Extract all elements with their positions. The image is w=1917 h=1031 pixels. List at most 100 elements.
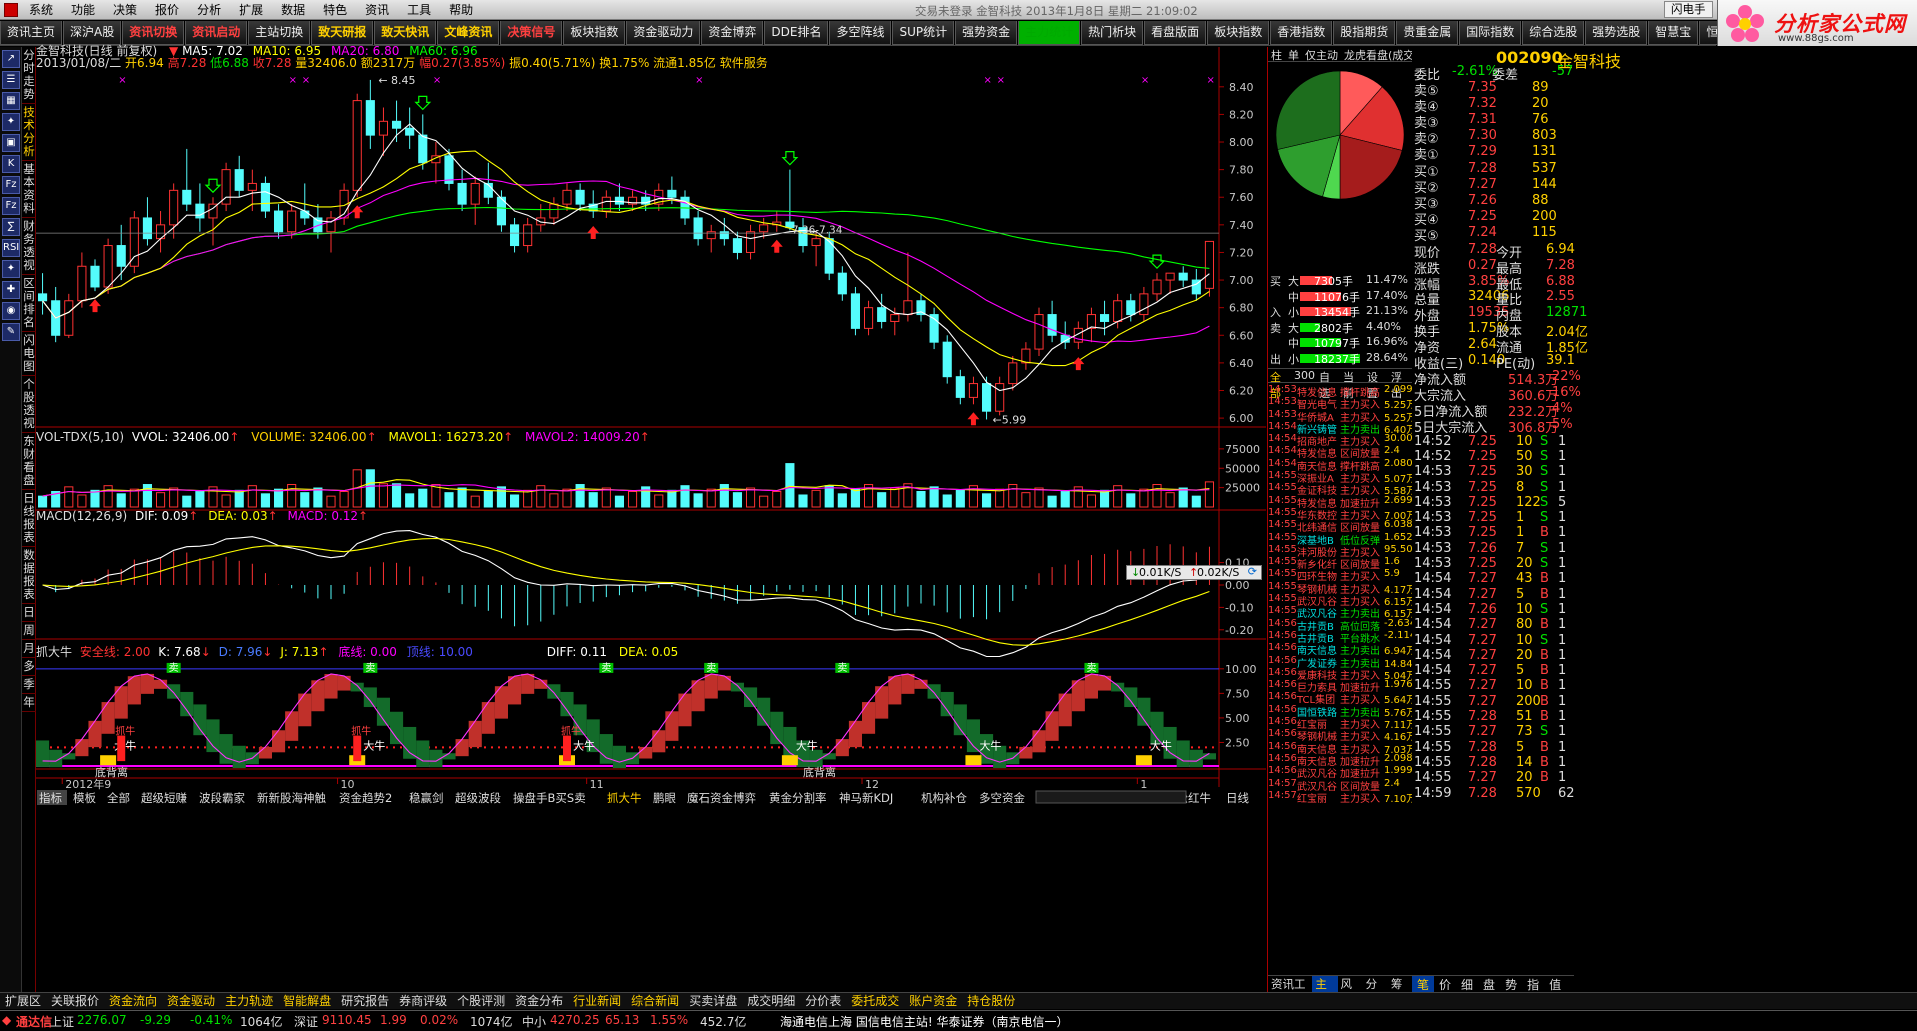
tool-icon-12[interactable]: ◉ (2, 302, 20, 320)
rt-bottom-tab-0[interactable]: 资讯工场 (1268, 976, 1312, 1007)
tool-icon-7[interactable]: Fz (2, 197, 20, 215)
vtab-5[interactable]: 闪电图 (22, 332, 36, 376)
menu-item-8[interactable]: 资讯 (356, 1, 398, 18)
radar-item[interactable]: 14:56古井贡B高位回落-2.634 (1268, 618, 1413, 633)
radar-item[interactable]: 14:55 武汉凡谷 主力买入 6.15万 (1268, 593, 1413, 608)
bottom-tab-14[interactable]: 分价表 (800, 993, 846, 1009)
nav-button-15[interactable]: 强势资金 (955, 21, 1018, 45)
radar-item[interactable]: 14:55 深振业A 主力买入 5.07万 (1268, 470, 1413, 485)
nav-button-11[interactable]: 资金博弈 (701, 21, 764, 45)
nav-button-9[interactable]: 板块指数 (563, 21, 626, 45)
bottom-tab-11[interactable]: 综合新闻 (626, 993, 684, 1009)
vtab-8[interactable]: 日线报表 (22, 490, 36, 547)
nav-button-24[interactable]: 综合选股 (1522, 21, 1585, 45)
vtab-10[interactable]: 日 (22, 604, 36, 622)
radar-item[interactable]: 14:54 特发信息 区间放量 2.4 (1268, 445, 1413, 460)
tool-icon-8[interactable]: ∑ (2, 218, 20, 236)
rt-bottom-tab-3[interactable]: 分析 (1363, 976, 1388, 1007)
radar-item[interactable]: 14:56 爱康科技 主力买入 5.04万 (1268, 667, 1413, 682)
quote-tab-0[interactable]: 笔 (1412, 976, 1435, 992)
nav-button-25[interactable]: 强势选股 (1585, 21, 1648, 45)
speed-tip[interactable]: ↓ 0.01K/S ↑ 0.02K/S ⟳ (1126, 565, 1262, 580)
rt-tab-2[interactable]: 仅主动 (1302, 47, 1341, 62)
vtab-2[interactable]: 基本资料 (22, 161, 36, 218)
menu-item-7[interactable]: 特色 (314, 1, 356, 18)
vtab-6[interactable]: 个股透视 (22, 376, 36, 433)
radar-item[interactable]: 14:54 新兴铸管 主力卖出 6.40万 (1268, 421, 1413, 436)
nav-button-10[interactable]: 资金驱动力 (626, 21, 701, 45)
rt-bottom-tab-4[interactable]: 筹码 (1388, 976, 1413, 1007)
radar-item[interactable]: 14:55 武汉凡谷 主力卖出 6.15万 (1268, 605, 1413, 620)
nav-button-23[interactable]: 国际指数 (1459, 21, 1522, 45)
bottom-tab-2[interactable]: 资金流向 (104, 993, 162, 1009)
radar-item[interactable]: 14:56广发证券主力卖出14.84万 (1268, 655, 1413, 670)
tool-icon-4[interactable]: ▣ (2, 134, 20, 152)
tool-icon-11[interactable]: ✚ (2, 281, 20, 299)
radar-item[interactable]: 14:55 沣河股份 主力买入 95.50 (1268, 544, 1413, 559)
quote-tab-3[interactable]: 盘 (1478, 976, 1500, 992)
bottom-tab-9[interactable]: 资金分布 (510, 993, 568, 1009)
tool-icon-10[interactable]: ✦ (2, 260, 20, 278)
radar-item[interactable]: 14:55 新乡化纤 区间放量 1.6 (1268, 556, 1413, 571)
tool-icon-2[interactable]: ▦ (2, 92, 20, 110)
vtab-4[interactable]: 区间排名 (22, 275, 36, 332)
tool-icon-9[interactable]: RSI (2, 239, 20, 257)
menu-item-2[interactable]: 决策 (104, 1, 146, 18)
nav-button-21[interactable]: 股指期货 (1333, 21, 1396, 45)
radar-item[interactable]: 14:55 金证科技 主力买入 5.58万 (1268, 482, 1413, 497)
bottom-tab-10[interactable]: 行业新闻 (568, 993, 626, 1009)
quote-tab-6[interactable]: 值 (1544, 976, 1566, 992)
nav-button-8[interactable]: 决策信号 (500, 21, 563, 45)
radar-item[interactable]: 14:56 南天信息 主力卖出 6.94万 (1268, 642, 1413, 657)
quote-tab-2[interactable]: 细 (1456, 976, 1478, 992)
rt-subtab-0[interactable]: 全部 (1268, 369, 1292, 400)
bottom-tab-13[interactable]: 成交明细 (742, 993, 800, 1009)
bottom-tab-3[interactable]: 资金驱动 (162, 993, 220, 1009)
radar-item[interactable]: 14:53 智光电气 主力买入 5.25万 (1268, 396, 1413, 411)
radar-item[interactable]: 14:56 琴钢机械 主力买入 4.16万 (1268, 728, 1413, 743)
tool-icon-3[interactable]: ✦ (2, 113, 20, 131)
nav-button-14[interactable]: SUP统计 (892, 21, 955, 45)
bottom-tab-12[interactable]: 买卖详盘 (684, 993, 742, 1009)
radar-item[interactable]: 14:56 武汉凡谷 加速拉升 1.999 (1268, 765, 1413, 780)
radar-item[interactable]: 14:56 巨力索具 加速拉升 1.976 (1268, 679, 1413, 694)
radar-item[interactable]: 14:54 南天信息 撑杆跳高 2.080 (1268, 458, 1413, 473)
radar-item[interactable]: 14:55 北纬通信 区间放量 6.038 (1268, 519, 1413, 534)
vtab-11[interactable]: 周 (22, 622, 36, 640)
radar-item[interactable]: 14:56 南天信息 加速拉升 2.098 (1268, 753, 1413, 768)
rt-tab-1[interactable]: 单 (1285, 47, 1302, 62)
vtab-12[interactable]: 月 (22, 640, 36, 658)
bottom-tab-6[interactable]: 研究报告 (336, 993, 394, 1009)
vtab-7[interactable]: 东财看盘 (22, 433, 36, 490)
rt-bottom-tab-1[interactable]: 主力 (1312, 976, 1338, 1007)
bottom-tab-16[interactable]: 账户资金 (904, 993, 962, 1009)
bottom-tab-7[interactable]: 券商评级 (394, 993, 452, 1009)
radar-item[interactable]: 14:56 红宝丽 主力买入 7.11万 (1268, 716, 1413, 731)
radar-item[interactable]: 14:55 深基地B 低位反弹 1.652 (1268, 532, 1413, 547)
tool-icon-0[interactable]: ↗ (2, 50, 20, 68)
rt-subtab-2[interactable]: 自选 (1317, 369, 1341, 400)
nav-button-18[interactable]: 看盘版面 (1144, 21, 1207, 45)
radar-item[interactable]: 14:55 特发信息 加速拉升 2.699 (1268, 495, 1413, 510)
kline-chart-area[interactable]: 8.40 8.20 8.00 7.80 7.60 7.40 7.20 7.00 6.80 6.60… (36, 44, 1266, 994)
nav-button-19[interactable]: 板块指数 (1207, 21, 1270, 45)
bottom-tab-5[interactable]: 智能解盘 (278, 993, 336, 1009)
nav-button-12[interactable]: DDE排名 (764, 21, 829, 45)
rt-subtab-4[interactable]: 设置 (1365, 369, 1389, 400)
flash-button[interactable]: 闪电手 (1664, 1, 1713, 18)
nav-button-16[interactable]: 主力统计 (1018, 21, 1081, 45)
bottom-tab-1[interactable]: 关联报价 (46, 993, 104, 1009)
menu-item-5[interactable]: 扩展 (230, 1, 272, 18)
radar-item[interactable]: 14:55 华东数控 主力买入 7.00万 (1268, 507, 1413, 522)
radar-item[interactable]: 14:57 武汉凡谷 区间放量 2.4 (1268, 778, 1413, 793)
vtab-3[interactable]: 财务透视 (22, 218, 36, 275)
rt-tab-0[interactable]: 柱 (1268, 47, 1285, 62)
vtab-1[interactable]: 技术分析 (22, 104, 36, 161)
nav-button-20[interactable]: 香港指数 (1270, 21, 1333, 45)
radar-item[interactable]: 14:56 TCL集团 主力买入 5.64万 (1268, 691, 1413, 706)
menu-item-9[interactable]: 工具 (398, 1, 440, 18)
tool-icon-6[interactable]: Fz (2, 176, 20, 194)
radar-item[interactable]: 14:57 红宝丽 主力买入 7.10万 (1268, 790, 1413, 805)
rt-bottom-tab-2[interactable]: 风向 (1338, 976, 1363, 1007)
radar-item[interactable]: 14:55 四环生物 主力买入 5.9 (1268, 568, 1413, 583)
